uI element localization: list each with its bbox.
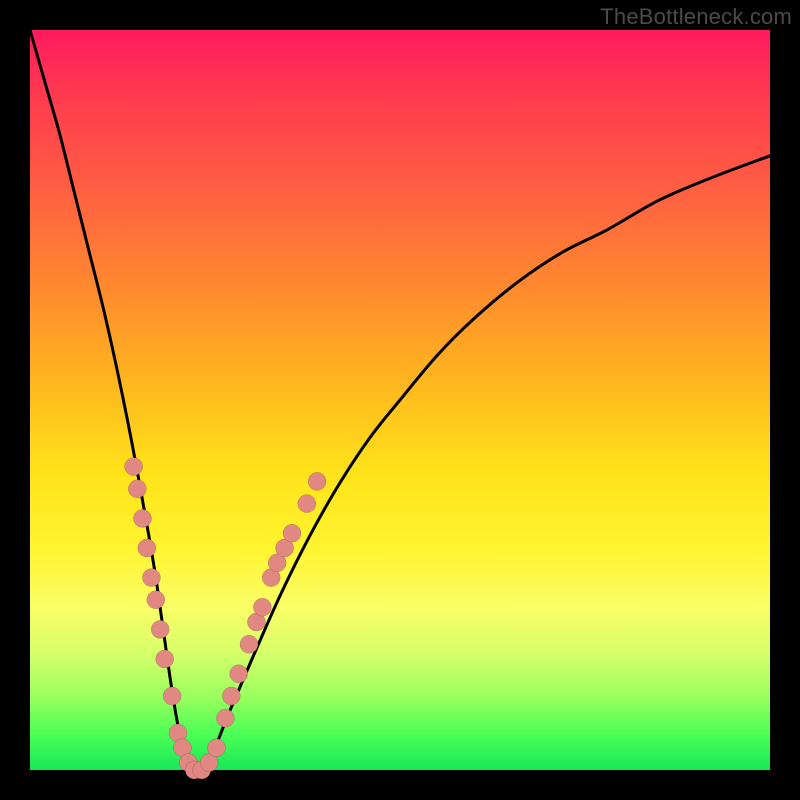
curve-marker	[208, 739, 226, 757]
chart-overlay	[30, 30, 770, 770]
curve-marker	[230, 665, 248, 683]
curve-marker	[240, 635, 258, 653]
outer-frame: TheBottleneck.com	[0, 0, 800, 800]
curve-marker	[253, 598, 271, 616]
curve-marker	[147, 591, 165, 609]
curve-marker	[298, 495, 316, 513]
curve-marker	[156, 650, 174, 668]
curve-marker	[142, 569, 160, 587]
curve-marker	[151, 620, 169, 638]
curve-marker	[308, 472, 326, 490]
curve-marker	[134, 509, 152, 527]
curve-marker	[222, 687, 240, 705]
curve-marker	[283, 524, 301, 542]
curve-marker	[216, 709, 234, 727]
watermark-text: TheBottleneck.com	[600, 4, 792, 30]
curve-marker	[125, 458, 143, 476]
marker-group	[125, 458, 327, 779]
curve-marker	[138, 539, 156, 557]
curve-marker	[163, 687, 181, 705]
bottleneck-curve	[30, 30, 770, 771]
curve-marker	[128, 480, 146, 498]
